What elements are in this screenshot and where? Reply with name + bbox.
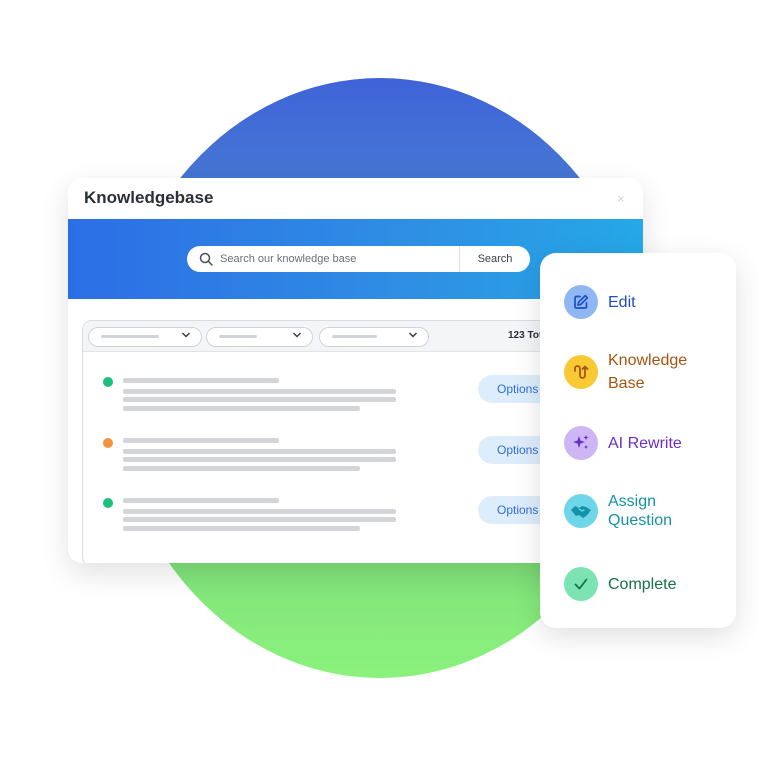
handshake-icon (564, 494, 598, 528)
action-label: Assign Question (608, 493, 673, 529)
action-complete[interactable]: Complete (564, 567, 676, 601)
search-bar: Search (187, 246, 530, 272)
search-button[interactable]: Search (459, 246, 530, 272)
action-label: Edit (608, 293, 636, 311)
close-icon[interactable]: × (617, 192, 627, 205)
total-count: 123 Tot (508, 330, 543, 341)
filter-dropdown-1[interactable] (88, 327, 202, 347)
sparkles-icon (564, 426, 598, 460)
action-assign-question[interactable]: Assign Question (564, 490, 672, 532)
status-dot (103, 377, 113, 387)
window-title: Knowledgebase (84, 188, 214, 207)
action-menu: Edit Knowledge Base AI Rewrite Assign Qu… (540, 253, 736, 628)
chevron-down-icon (292, 332, 302, 338)
knowledge-base-icon (564, 355, 598, 389)
action-label: Complete (608, 575, 677, 593)
action-label: Knowledge Base (608, 352, 688, 392)
status-dot (103, 438, 113, 448)
filter-dropdown-3[interactable] (319, 327, 429, 347)
action-edit[interactable]: Edit (564, 285, 636, 319)
chevron-down-icon (408, 332, 418, 338)
status-dot (103, 498, 113, 508)
action-ai-rewrite[interactable]: AI Rewrite (564, 426, 682, 460)
check-icon (564, 567, 598, 601)
search-icon (199, 252, 213, 266)
action-label: AI Rewrite (608, 434, 682, 452)
chevron-down-icon (181, 332, 191, 338)
edit-icon (564, 285, 598, 319)
search-input[interactable] (220, 249, 459, 269)
filter-dropdown-2[interactable] (206, 327, 313, 347)
action-knowledge-base[interactable]: Knowledge Base (564, 349, 687, 395)
